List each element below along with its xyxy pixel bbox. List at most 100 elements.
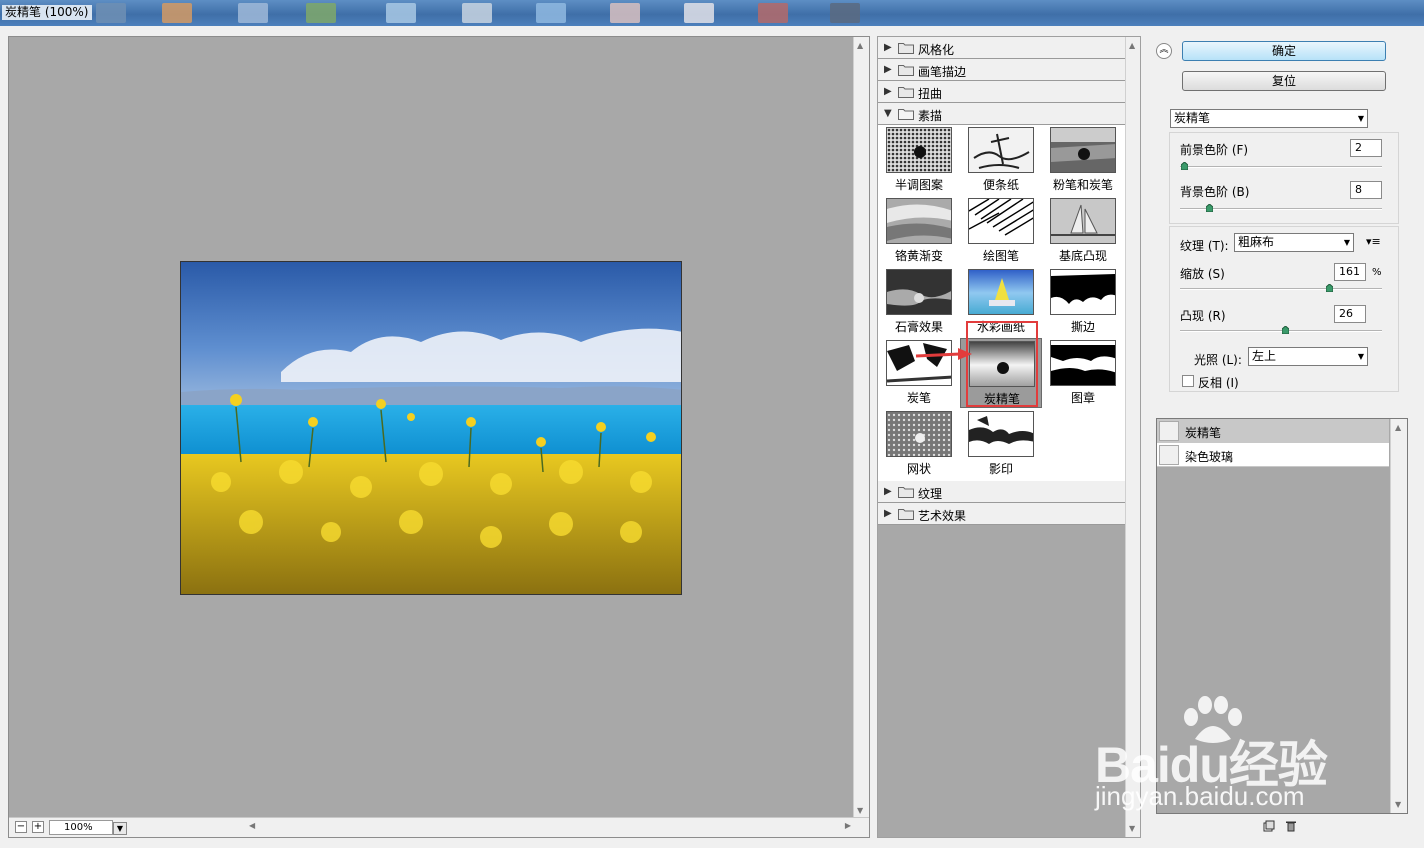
filter-bas-relief[interactable]: 基底凸现 — [1042, 196, 1124, 266]
scroll-down-icon[interactable]: ▼ — [857, 806, 863, 815]
zoom-dropdown-icon[interactable]: ▼ — [113, 822, 127, 835]
taskbar-thumb[interactable] — [758, 3, 788, 23]
zoom-level-field[interactable]: 100% — [49, 820, 113, 835]
visibility-toggle-icon[interactable] — [1159, 421, 1179, 441]
folder-open-icon — [898, 109, 914, 120]
foreground-level-input[interactable]: 2 — [1350, 139, 1382, 157]
taskbar-thumb[interactable] — [386, 3, 416, 23]
filter-photocopy[interactable]: 影印 — [960, 409, 1042, 479]
category-artistic[interactable]: ▶ 艺术效果 — [878, 503, 1126, 525]
trash-icon[interactable] — [1285, 820, 1297, 832]
filter-torn-edges[interactable]: 撕边 — [1042, 267, 1124, 337]
filter-select[interactable]: 炭精笔 ▼ — [1170, 109, 1368, 128]
expand-arrow-icon[interactable]: ▶ — [884, 64, 892, 75]
expand-arrow-icon[interactable]: ▶ — [884, 486, 892, 497]
collapse-arrow-icon[interactable]: ▼ — [884, 108, 892, 119]
chrome-thumb-icon — [886, 198, 952, 244]
filter-select-value: 炭精笔 — [1174, 111, 1211, 125]
effect-layer-active[interactable]: 炭精笔 — [1157, 419, 1389, 443]
taskbar-thumb[interactable] — [536, 3, 566, 23]
graphic-pen-thumb-icon — [968, 198, 1034, 244]
scale-input[interactable]: 161 — [1334, 263, 1366, 281]
visibility-toggle-icon[interactable] — [1159, 445, 1179, 465]
foreground-level-slider[interactable] — [1180, 166, 1382, 168]
chevron-down-icon: ▼ — [1343, 238, 1350, 247]
reticulation-thumb-icon — [886, 411, 952, 457]
filter-name: 绘图笔 — [982, 249, 1019, 263]
stamp-thumb-icon — [1050, 340, 1116, 386]
taskbar-thumb[interactable] — [830, 3, 860, 23]
light-select[interactable]: 左上 ▼ — [1248, 347, 1368, 366]
scroll-right-icon[interactable]: ▶ — [845, 821, 851, 830]
scroll-left-icon[interactable]: ◀ — [249, 821, 255, 830]
plaster-thumb-icon — [886, 269, 952, 315]
filter-list-scrollbar[interactable]: ▲ ▼ — [1125, 37, 1140, 837]
effect-layer[interactable]: 染色玻璃 — [1157, 443, 1389, 467]
taskbar-thumb[interactable] — [462, 3, 492, 23]
new-effect-layer-icon[interactable] — [1263, 820, 1275, 832]
zoom-in-button[interactable]: + — [32, 821, 44, 833]
category-texture[interactable]: ▶ 纹理 — [878, 481, 1126, 503]
category-label: 扭曲 — [918, 87, 943, 101]
taskbar-thumb[interactable] — [238, 3, 268, 23]
layer-list-scrollbar[interactable]: ▲ ▼ — [1390, 419, 1407, 813]
collapse-panel-icon[interactable]: ︽ — [1156, 43, 1172, 59]
expand-arrow-icon[interactable]: ▶ — [884, 42, 892, 53]
texture-menu-icon[interactable]: ▾≡ — [1366, 235, 1381, 248]
slider-thumb-icon[interactable] — [1282, 326, 1290, 334]
slider-thumb-icon[interactable] — [1181, 162, 1189, 170]
taskbar-thumb[interactable] — [610, 3, 640, 23]
foreground-level-label: 前景色阶 (F) — [1180, 143, 1249, 157]
preview-canvas[interactable] — [9, 37, 853, 819]
sketch-filter-grid: 半调图案 便条纸 粉笔和炭笔 铬黄渐变 绘图笔 基底凸现 石膏效果 水彩画纸 撕… — [878, 125, 1126, 481]
zoom-out-button[interactable]: − — [15, 821, 27, 833]
relief-slider[interactable] — [1180, 330, 1382, 332]
invert-checkbox[interactable] — [1182, 375, 1194, 387]
category-sketch[interactable]: ▼ 素描 — [878, 103, 1126, 125]
scroll-down-icon[interactable]: ▼ — [1129, 824, 1135, 833]
filter-note-paper[interactable]: 便条纸 — [960, 125, 1042, 195]
preview-vertical-scrollbar[interactable]: ▲ ▼ — [853, 37, 869, 819]
photocopy-thumb-icon — [968, 411, 1034, 457]
scroll-up-icon[interactable]: ▲ — [1129, 41, 1135, 50]
chalk-charcoal-thumb-icon — [1050, 127, 1116, 173]
filter-halftone[interactable]: 半调图案 — [878, 125, 960, 195]
filter-name: 半调图案 — [894, 178, 943, 192]
filter-name: 石膏效果 — [894, 320, 943, 334]
taskbar-thumb[interactable] — [684, 3, 714, 23]
filter-chalk-charcoal[interactable]: 粉笔和炭笔 — [1042, 125, 1124, 195]
taskbar-thumb[interactable] — [162, 3, 192, 23]
scroll-up-icon[interactable]: ▲ — [1395, 423, 1401, 432]
scale-slider[interactable] — [1180, 288, 1382, 290]
category-brush-strokes[interactable]: ▶ 画笔描边 — [878, 59, 1126, 81]
background-level-label: 背景色阶 (B) — [1180, 185, 1250, 199]
texture-select[interactable]: 粗麻布 ▼ — [1234, 233, 1354, 252]
category-distort[interactable]: ▶ 扭曲 — [878, 81, 1126, 103]
filter-plaster[interactable]: 石膏效果 — [878, 267, 960, 337]
scale-label: 缩放 (S) — [1180, 267, 1225, 281]
filter-chrome[interactable]: 铬黄渐变 — [878, 196, 960, 266]
background-level-input[interactable]: 8 — [1350, 181, 1382, 199]
effect-layer-label: 炭精笔 — [1185, 426, 1222, 440]
filter-reticulation[interactable]: 网状 — [878, 409, 960, 479]
reset-button[interactable]: 复位 — [1182, 71, 1386, 91]
selection-highlight — [966, 321, 1038, 407]
pointer-arrow-icon — [915, 348, 972, 360]
ok-button[interactable]: 确定 — [1182, 41, 1386, 61]
relief-input[interactable]: 26 — [1334, 305, 1366, 323]
expand-arrow-icon[interactable]: ▶ — [884, 508, 892, 519]
scroll-down-icon[interactable]: ▼ — [1395, 800, 1401, 809]
scroll-up-icon[interactable]: ▲ — [857, 41, 863, 50]
expand-arrow-icon[interactable]: ▶ — [884, 86, 892, 97]
taskbar-thumb[interactable] — [306, 3, 336, 23]
filter-stamp[interactable]: 图章 — [1042, 338, 1124, 408]
slider-thumb-icon[interactable] — [1326, 284, 1334, 292]
taskbar-thumb[interactable] — [96, 3, 126, 23]
category-stylize[interactable]: ▶ 风格化 — [878, 37, 1126, 59]
slider-thumb-icon[interactable] — [1205, 204, 1213, 212]
filter-graphic-pen[interactable]: 绘图笔 — [960, 196, 1042, 266]
filter-category-list: ▶ 风格化 ▶ 画笔描边 ▶ 扭曲 ▼ 素描 半调图案 便条纸 粉笔和炭笔 铬黄… — [878, 37, 1126, 837]
filter-settings-panel: ︽ 确定 复位 炭精笔 ▼ 前景色阶 (F) 2 背景色阶 (B) 8 纹理 (… — [1147, 36, 1417, 838]
filter-name: 图章 — [1070, 391, 1095, 405]
preview-horizontal-scrollbar[interactable]: ◀ ▶ — [245, 820, 855, 835]
